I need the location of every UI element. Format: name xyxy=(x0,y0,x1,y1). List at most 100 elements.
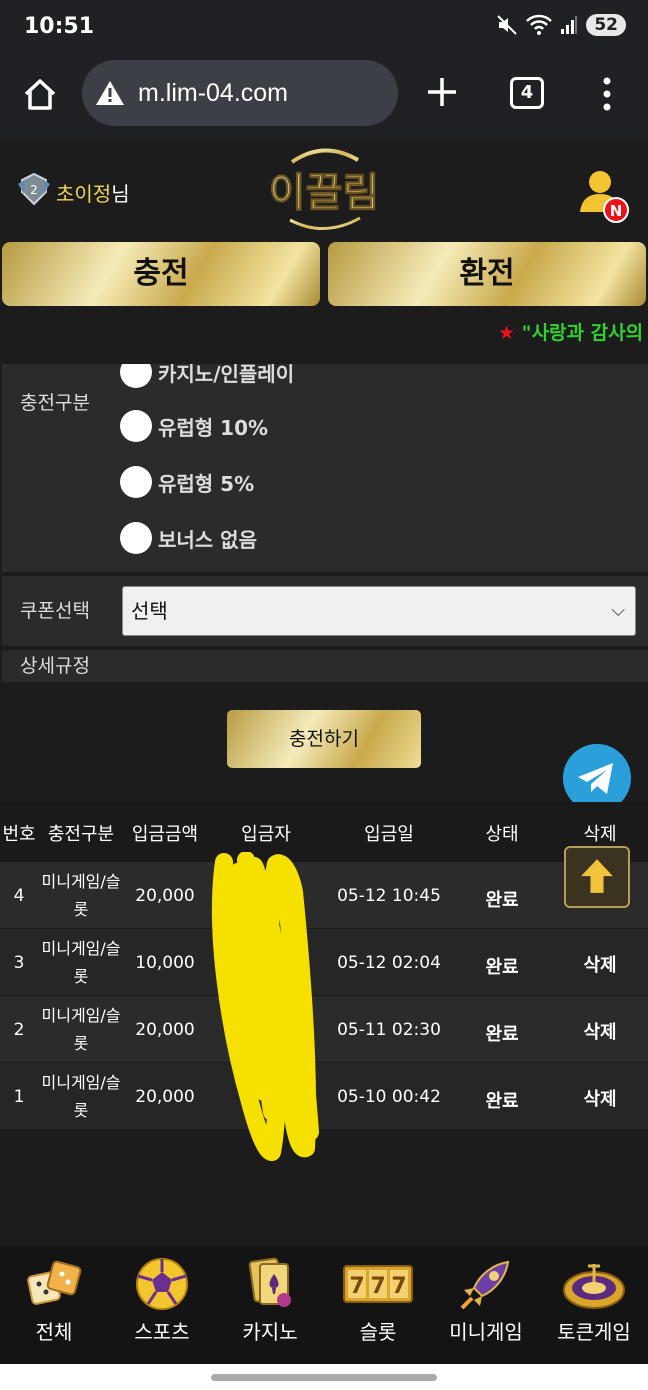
nav-item-sports[interactable]: 스포츠 xyxy=(108,1246,216,1364)
row-type: 미니게임/슬 롯 xyxy=(41,939,121,986)
rocket-icon xyxy=(460,1260,510,1310)
charge-type-options: 카지노/인플레이 유럽형 10% 유럽형 5% 보너스 없음 xyxy=(112,356,648,572)
bottom-nav: 전체 스포츠 카지노 7 7 7 슬롯 미니게임 토큰게임 xyxy=(0,1246,648,1364)
row-date: 05-10 00:42 xyxy=(337,1087,441,1107)
radio-option-euro-5[interactable]: 유럽형 5% xyxy=(120,466,254,498)
radio-button[interactable] xyxy=(120,466,152,498)
nav-label: 카지노 xyxy=(242,1320,298,1344)
table-row: 2 미니게임/슬 롯 20,000 05-11 02:30 완료 삭제 xyxy=(0,996,648,1063)
svg-text:7: 7 xyxy=(370,1274,385,1299)
redaction-scribble xyxy=(211,852,319,1161)
row-type: 미니게임/슬 롯 xyxy=(41,872,121,919)
col-date: 입금일 xyxy=(364,824,414,845)
detail-rules-row: 상세규정 xyxy=(2,650,648,682)
coupon-row: 쿠폰선택 선택 ⌵ xyxy=(2,576,648,646)
logo-text: 이끌림 xyxy=(269,170,379,216)
more-menu-icon[interactable] xyxy=(598,76,616,112)
dice-icon xyxy=(27,1260,82,1305)
radio-label: 보너스 없음 xyxy=(158,527,257,552)
coupon-select[interactable]: 선택 ⌵ xyxy=(122,586,636,636)
scroll-top-button[interactable] xyxy=(564,846,630,908)
notice-marquee: ★ "사랑과 감사의 xyxy=(498,318,643,345)
address-bar[interactable]: m.lim-04.com xyxy=(82,60,398,126)
home-icon[interactable] xyxy=(20,74,60,114)
cards-icon xyxy=(248,1257,291,1307)
table-header: 번호 충전구분 입금금액 입금자 입금일 상태 삭제 xyxy=(0,802,648,862)
row-type: 미니게임/슬 롯 xyxy=(41,1073,121,1120)
charge-tab-button[interactable]: 충전 xyxy=(2,242,320,306)
row-amount: 10,000 xyxy=(135,953,195,973)
nav-label: 스포츠 xyxy=(134,1320,190,1344)
marquee-text: "사랑과 감사의 xyxy=(521,322,644,344)
url-text[interactable]: m.lim-04.com xyxy=(138,79,288,108)
nav-item-slot[interactable]: 7 7 7 슬롯 xyxy=(324,1246,432,1364)
col-delete: 삭제 xyxy=(583,824,617,845)
user-greeting: 초이정님 xyxy=(56,178,130,207)
row-number: 4 xyxy=(13,886,25,906)
coupon-select-value: 선택 xyxy=(131,599,168,623)
svg-text:7: 7 xyxy=(391,1274,406,1299)
col-depositor: 입금자 xyxy=(241,824,291,845)
nav-item-token-game[interactable]: 토큰게임 xyxy=(540,1246,648,1364)
radio-button[interactable] xyxy=(120,522,152,554)
site-logo[interactable]: 이끌림 xyxy=(262,146,386,232)
row-status: 완료 xyxy=(485,957,519,978)
profile-icon[interactable]: N xyxy=(578,166,634,224)
row-number: 3 xyxy=(13,953,25,973)
nav-item-all[interactable]: 전체 xyxy=(0,1246,108,1364)
submit-charge-button[interactable]: 충전하기 xyxy=(227,710,421,768)
col-number: 번호 xyxy=(2,824,36,845)
nav-item-casino[interactable]: 카지노 xyxy=(216,1246,324,1364)
new-tab-icon[interactable] xyxy=(424,74,460,110)
row-status: 완료 xyxy=(485,1024,519,1045)
col-amount: 입금금액 xyxy=(131,824,199,845)
radio-label: 유럽형 5% xyxy=(158,471,255,496)
radio-option-euro-10[interactable]: 유럽형 10% xyxy=(120,410,268,442)
soccer-ball-icon xyxy=(136,1258,188,1310)
row-amount: 20,000 xyxy=(135,886,195,906)
gesture-handle[interactable] xyxy=(211,1374,437,1381)
nav-item-minigame[interactable]: 미니게임 xyxy=(432,1246,540,1364)
nav-label: 토큰게임 xyxy=(557,1320,631,1344)
col-status: 상태 xyxy=(485,824,519,845)
detail-rules-label: 상세규정 xyxy=(20,655,90,677)
warning-icon[interactable] xyxy=(94,79,126,107)
row-type: 미니게임/슬 롯 xyxy=(41,1006,121,1053)
battery-indicator: 52 xyxy=(586,14,626,36)
row-delete-button[interactable]: 삭제 xyxy=(552,1018,648,1044)
coupon-field: 선택 ⌵ xyxy=(112,576,648,646)
site-header: 2 초이정님 이끌림 N xyxy=(0,140,648,238)
exchange-tab-button[interactable]: 환전 xyxy=(328,242,646,306)
scroll-clip xyxy=(2,356,648,364)
row-delete-button[interactable]: 삭제 xyxy=(552,951,648,977)
radio-label: 유럽형 10% xyxy=(158,415,269,440)
tab-switcher-button[interactable]: 4 xyxy=(510,77,544,109)
row-number: 2 xyxy=(13,1020,25,1040)
table-row: 1 미니게임/슬 롯 20,000 05-10 00:42 완료 삭제 xyxy=(0,1063,648,1130)
browser-toolbar: m.lim-04.com 4 xyxy=(0,56,648,140)
row-date: 05-12 10:45 xyxy=(337,886,441,906)
nav-label: 전체 xyxy=(35,1320,73,1344)
coupon-label: 쿠폰선택 xyxy=(20,600,90,622)
signal-icon xyxy=(561,16,578,34)
charge-type-row: 충전구분 카지노/인플레이 유럽형 10% 유럽형 5% 보너스 없음 xyxy=(2,356,648,572)
radio-option-no-bonus[interactable]: 보너스 없음 xyxy=(120,522,257,554)
notification-badge: N xyxy=(610,202,623,220)
svg-text:2: 2 xyxy=(30,183,38,197)
detail-rules-value xyxy=(112,650,648,682)
mute-icon xyxy=(497,15,518,35)
charge-type-label: 충전구분 xyxy=(20,392,90,414)
rank-badge-icon: 2 xyxy=(18,172,50,206)
slot-777-icon: 7 7 7 xyxy=(343,1265,413,1303)
row-number: 1 xyxy=(13,1087,25,1107)
col-type: 충전구분 xyxy=(47,824,115,845)
username[interactable]: 초이정 xyxy=(56,182,111,206)
svg-text:7: 7 xyxy=(349,1274,364,1299)
row-status: 완료 xyxy=(485,1091,519,1112)
status-icons: 52 xyxy=(496,14,626,36)
row-date: 05-11 02:30 xyxy=(337,1020,441,1040)
row-delete-button[interactable]: 삭제 xyxy=(552,1085,648,1111)
username-suffix: 님 xyxy=(111,182,130,206)
radio-button[interactable] xyxy=(120,410,152,442)
status-bar: 10:51 52 xyxy=(0,0,648,56)
